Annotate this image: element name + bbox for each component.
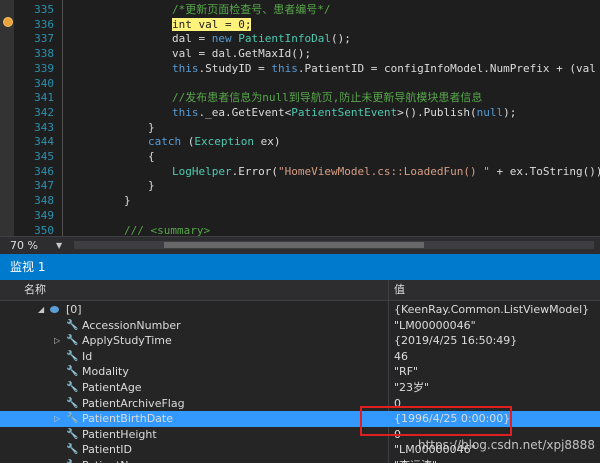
watch-row-name: AccessionNumber — [82, 318, 181, 332]
code-token: } — [148, 120, 155, 134]
code-token: //发布患者信息为null到导航页,防止未更新导航模块患者信息 — [172, 91, 483, 105]
object-icon — [50, 306, 59, 313]
code-token: + ex.ToString()); — [489, 164, 600, 178]
watch-row[interactable]: ◢ [0] {KeenRay.Common.ListViewModel} — [0, 302, 600, 318]
watch-row-value[interactable]: "RF" — [394, 364, 418, 380]
watch-row[interactable]: 🔧 Modality "RF" — [0, 364, 600, 380]
watch-panel-title[interactable]: 监视 1 — [0, 254, 600, 280]
code-token: PatientInfoDal — [238, 32, 331, 46]
watch-row-value[interactable]: {2019/4/25 16:50:49} — [394, 333, 517, 349]
wrench-icon: 🔧 — [66, 428, 79, 440]
code-token: null — [476, 105, 504, 119]
horizontal-scrollbar[interactable] — [74, 241, 594, 249]
watch-row-name: PatientAge — [82, 381, 142, 394]
code-token: Exception — [194, 135, 254, 149]
watch-row[interactable]: 🔧PatientName"李运涛" — [0, 458, 600, 463]
code-token: this — [172, 105, 199, 119]
watch-row[interactable]: 🔧 Id 46 — [0, 349, 600, 365]
code-token: } — [148, 179, 155, 193]
chevron-down-icon[interactable]: ▼ — [56, 237, 62, 254]
watch-header: 名称 值 — [0, 280, 600, 301]
code-token: PatientSentEvent — [291, 105, 398, 119]
code-token: (); — [330, 32, 351, 46]
code-token: /// <summary> — [124, 223, 211, 237]
code-text: /// <summary> — [124, 222, 210, 237]
watch-row-value[interactable]: 46 — [394, 349, 408, 365]
wrench-icon: 🔧 — [66, 382, 79, 393]
wrench-icon: 🔧 — [66, 319, 79, 331]
watch-row-value[interactable]: "李运涛" — [394, 458, 437, 463]
highlight-box — [360, 406, 512, 436]
watch-row-name: Modality — [82, 365, 129, 379]
wrench-icon: 🔧 — [66, 366, 79, 378]
code-token: .StudyID = — [198, 61, 272, 75]
code-token: /*更新页面检查号、患者编号*/ — [172, 3, 331, 16]
watch-row-name: PatientBirthDate — [82, 412, 174, 426]
code-token: .PatientID = configInfoModel.NumPrefix +… — [297, 61, 596, 75]
wrench-icon: 🔧 — [66, 397, 79, 409]
code-token: new — [211, 32, 239, 46]
code-token: >().Publish( — [397, 105, 477, 119]
zoom-bar: 70 % ▼ — [0, 236, 600, 254]
name-column-header[interactable]: 名称 — [24, 280, 46, 300]
code-token: this — [271, 61, 298, 75]
code-token: "HomeViewModel.cs::LoadedFun() " — [277, 164, 490, 178]
code-token: LogHelper — [172, 164, 232, 178]
code-editor[interactable]: 335/*更新页面检查号、患者编号*/336 int val = 0; 337 dal… — [0, 0, 600, 236]
value-column-header[interactable]: 值 — [394, 280, 405, 300]
watch-row-name: ApplyStudyTime — [82, 334, 172, 348]
watch-row[interactable]: ▷ 🔧 ApplyStudyTime {2019/4/25 16:50:49} — [0, 333, 600, 349]
code-token: dal = — [172, 32, 212, 46]
scrollbar-thumb[interactable] — [164, 242, 424, 248]
line-number: 350 — [34, 223, 54, 237]
zoom-level[interactable]: 70 % — [10, 237, 38, 254]
watch-row-value[interactable]: {KeenRay.Common.ListViewModel} — [394, 302, 589, 318]
watch-row-name: PatientName — [82, 458, 153, 463]
code-token: this — [172, 61, 199, 75]
code-token: catch — [148, 135, 188, 149]
watch-row[interactable]: 🔧 PatientAge "23岁" — [0, 380, 600, 396]
watermark: https://blog.csdn.net/xpj8888 — [418, 438, 595, 452]
watch-panel: 名称 值 ◢ [0] {KeenRay.Common.ListViewModel} 🔧… — [0, 280, 600, 463]
code-token: } — [124, 194, 131, 208]
code-line[interactable]: 350 /// <summary> — [0, 222, 600, 237]
collapse-icon[interactable]: ◢ — [38, 302, 44, 318]
wrench-icon: 🔧 — [66, 413, 79, 425]
code-token: { — [148, 150, 155, 163]
watch-row-value[interactable]: "LM00000046" — [394, 318, 476, 334]
code-token: ex) — [253, 135, 281, 149]
code-token: ); — [503, 105, 517, 119]
expand-icon[interactable]: ▷ — [54, 411, 60, 427]
code-token: .Error( — [231, 164, 278, 178]
code-token: int val = 0; — [172, 17, 252, 31]
watch-row-name: [0] — [66, 303, 82, 316]
watch-row-name: Id — [82, 349, 93, 363]
watch-row[interactable]: 🔧 AccessionNumber "LM00000046" — [0, 318, 600, 334]
watch-row-value[interactable]: "23岁" — [394, 380, 429, 396]
watch-row-name: PatientHeight — [82, 427, 157, 441]
code-token: ._ea.GetEvent< — [198, 105, 292, 119]
expand-icon[interactable]: ▷ — [54, 333, 60, 349]
wrench-icon: 🔧 — [66, 335, 79, 347]
watch-row-name: PatientArchiveFlag — [82, 396, 185, 410]
wrench-icon: 🔧 — [66, 350, 79, 362]
code-token: val = dal.GetMaxId(); — [172, 47, 312, 61]
wrench-icon: 🔧 — [66, 444, 79, 456]
watch-row-name: PatientID — [82, 443, 133, 457]
panel-title-text: 监视 1 — [10, 260, 46, 274]
